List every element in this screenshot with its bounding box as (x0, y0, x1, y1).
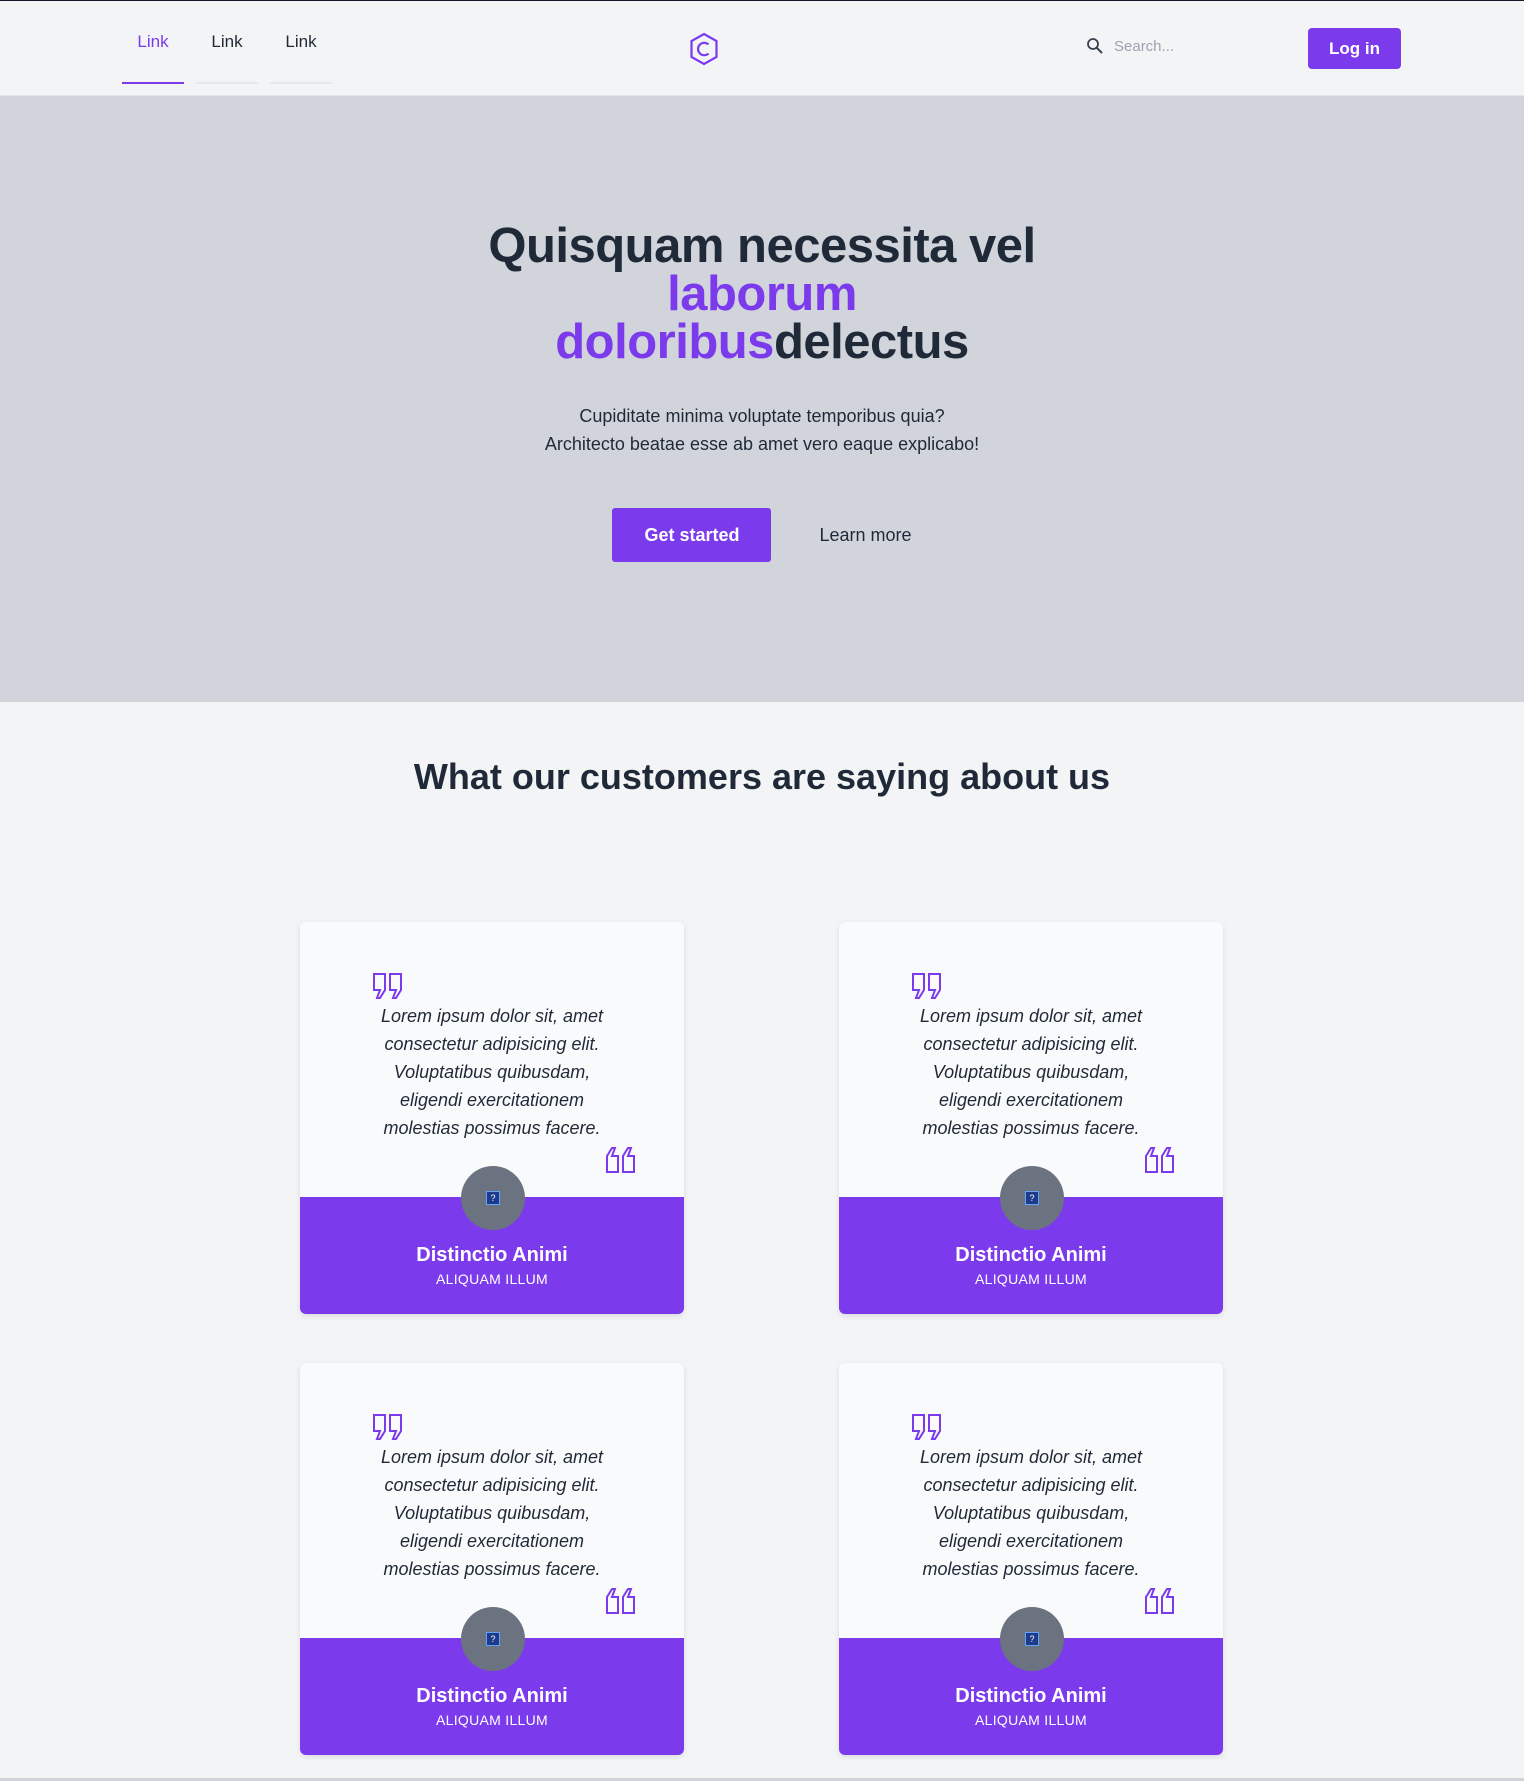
testimonial-card: Lorem ipsum dolor sit, amet consectetur … (839, 922, 1223, 1314)
main-nav: Link Link Link (122, 1, 332, 96)
quote-close-icon (606, 1147, 635, 1173)
nav-link-3[interactable]: Link (270, 1, 332, 84)
broken-image-icon: ? (1025, 1191, 1039, 1205)
quote-open-icon (912, 973, 941, 999)
quote-open-icon (912, 1414, 941, 1440)
hexagon-c-logo-icon[interactable] (689, 32, 719, 66)
login-button[interactable]: Log in (1308, 28, 1401, 69)
testimonial-name: Distinctio Animi (416, 1244, 568, 1266)
get-started-button[interactable]: Get started (612, 508, 772, 562)
search-bar (1086, 37, 1234, 55)
quote-open-icon (373, 973, 402, 999)
testimonial-card: Lorem ipsum dolor sit, amet consectetur … (300, 922, 684, 1314)
testimonial-text: Lorem ipsum dolor sit, amet consectetur … (919, 1006, 1143, 1138)
hero-subtitle-line2: Architecto beatae esse ab amet vero eaqu… (544, 434, 980, 454)
testimonial-text: Lorem ipsum dolor sit, amet consectetur … (919, 1447, 1143, 1579)
nav-link-2[interactable]: Link (196, 1, 258, 84)
testimonial-role: ALIQUAM ILLUM (435, 1271, 549, 1287)
quote-close-icon (606, 1588, 635, 1614)
quote-close-icon (1145, 1147, 1174, 1173)
testimonial-role: ALIQUAM ILLUM (974, 1271, 1088, 1287)
learn-more-link[interactable]: Learn more (819, 525, 911, 546)
hero-title-part1: Quisquam necessita vel (488, 219, 1036, 273)
testimonial-text: Lorem ipsum dolor sit, amet consectetur … (380, 1447, 604, 1579)
quote-open-icon (373, 1414, 402, 1440)
avatar: ? (461, 1607, 525, 1671)
hero-actions: Get started Learn more (612, 508, 912, 562)
testimonial-role: ALIQUAM ILLUM (435, 1712, 549, 1728)
site-header: Link Link Link Log in (0, 1, 1524, 96)
hero-subtitle: Cupiditate minima voluptate temporibus q… (545, 402, 979, 458)
avatar: ? (461, 1166, 525, 1230)
testimonial-name: Distinctio Animi (416, 1685, 568, 1707)
testimonial-name: Distinctio Animi (955, 1685, 1107, 1707)
testimonial-card: Lorem ipsum dolor sit, amet consectetur … (300, 1363, 684, 1755)
broken-image-icon: ? (486, 1191, 500, 1205)
nav-link-1[interactable]: Link (122, 1, 184, 84)
quote-close-icon (1145, 1588, 1174, 1614)
avatar: ? (1000, 1166, 1064, 1230)
avatar: ? (1000, 1607, 1064, 1671)
broken-image-icon: ? (486, 1632, 500, 1646)
search-icon (1087, 38, 1103, 54)
testimonial-text: Lorem ipsum dolor sit, amet consectetur … (380, 1006, 604, 1138)
broken-image-icon: ? (1025, 1632, 1039, 1646)
testimonial-role: ALIQUAM ILLUM (974, 1712, 1088, 1728)
testimonial-card: Lorem ipsum dolor sit, amet consectetur … (839, 1363, 1223, 1755)
testimonials-title: What our customers are saying about us (413, 756, 1111, 797)
hero-title: Quisquam necessita vel laborum doloribus… (482, 219, 1042, 369)
hero-title-part2: delectus (773, 315, 969, 369)
hero-subtitle-line1: Cupiditate minima voluptate temporibus q… (579, 406, 945, 426)
search-input[interactable] (1114, 37, 1234, 55)
testimonial-name: Distinctio Animi (955, 1244, 1107, 1266)
hero-section: Quisquam necessita vel laborum doloribus… (0, 96, 1524, 702)
